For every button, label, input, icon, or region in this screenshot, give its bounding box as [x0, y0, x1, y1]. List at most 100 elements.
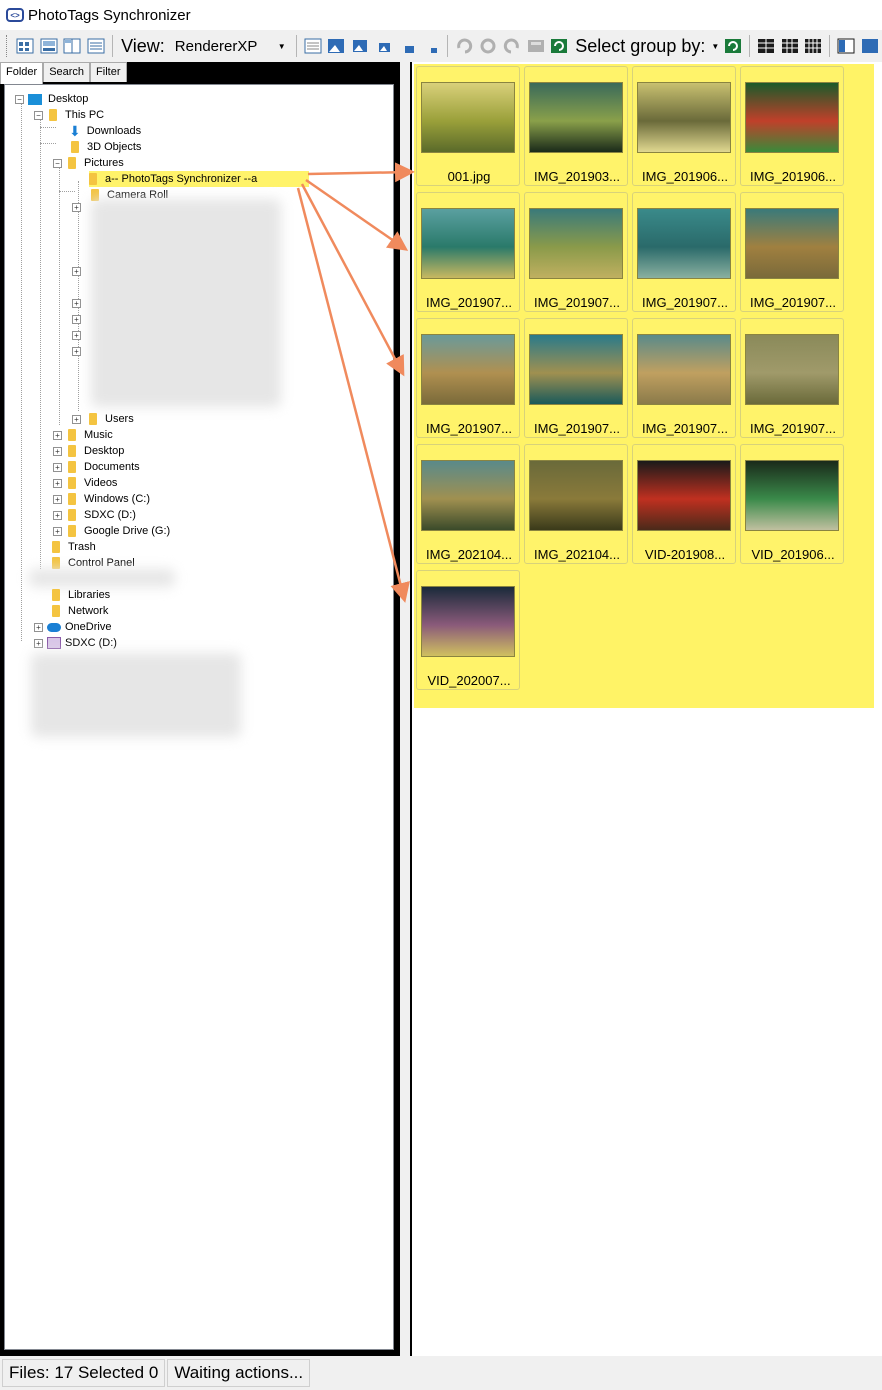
tree-node-network[interactable]: Network [52, 603, 108, 619]
grid-4col-icon[interactable] [803, 35, 825, 57]
panel-left-icon[interactable] [835, 35, 857, 57]
thumbnail-item[interactable]: VID_201906... [740, 444, 844, 564]
tab-filter[interactable]: Filter [90, 62, 127, 82]
grid-2col-icon[interactable] [755, 35, 777, 57]
chevron-down-icon[interactable]: ▼ [711, 42, 719, 51]
expand-icon[interactable]: + [53, 494, 62, 504]
expand-icon[interactable]: + [72, 203, 81, 212]
tree-node-sdxc-d[interactable]: + SDXC (D:) [53, 507, 136, 523]
tree-label: Google Drive (G:) [84, 525, 171, 537]
tree-label: SDXC (D:) [84, 509, 136, 521]
tree-node-3d-objects[interactable]: 3D Objects [71, 139, 141, 155]
image-list-panel[interactable]: 001.jpg IMG_201903... IMG_201906... IMG_201… [410, 62, 882, 1356]
layout-list-icon[interactable] [85, 35, 107, 57]
thumbnail-xl-icon[interactable] [325, 35, 347, 57]
thumbnail-item[interactable]: IMG_202104... [416, 444, 520, 564]
thumbnail-image [745, 460, 839, 531]
rotate-180-icon[interactable] [477, 35, 499, 57]
tree-label: Music [84, 429, 113, 441]
tree-node-videos[interactable]: + Videos [53, 475, 117, 491]
expand-icon[interactable]: + [72, 414, 81, 424]
thumbnail-small-icon[interactable] [397, 35, 419, 57]
expand-icon[interactable]: + [72, 299, 81, 308]
thumbnail-item[interactable]: IMG_201906... [740, 66, 844, 186]
panel-right-icon[interactable] [859, 35, 881, 57]
expand-icon[interactable]: + [53, 430, 62, 440]
thumbnail-item[interactable]: IMG_201907... [632, 192, 736, 312]
folder-icon [68, 477, 76, 489]
layout-columns-icon[interactable] [62, 35, 84, 57]
thumbnail-item[interactable]: IMG_201907... [740, 192, 844, 312]
tree-node-libraries[interactable]: Libraries [52, 587, 110, 603]
rotate-left-icon[interactable] [453, 35, 475, 57]
thumbnail-large-icon[interactable] [349, 35, 371, 57]
grid-3col-icon[interactable] [779, 35, 801, 57]
tree-node-this-pc[interactable]: − This PC [34, 107, 104, 123]
thumbnail-item[interactable]: IMG_201907... [740, 318, 844, 438]
thumbnail-item[interactable]: IMG_201907... [416, 192, 520, 312]
folder-icon [68, 525, 76, 537]
expand-icon[interactable]: + [53, 446, 62, 456]
expand-icon[interactable]: + [72, 347, 81, 356]
thumbnail-item[interactable]: VID-201908... [632, 444, 736, 564]
expand-icon[interactable]: + [53, 478, 62, 488]
expand-icon[interactable]: + [72, 315, 81, 324]
collapse-icon[interactable]: − [15, 94, 24, 104]
expand-icon[interactable]: + [72, 267, 81, 276]
thumbnail-item[interactable]: IMG_201907... [524, 192, 628, 312]
collapse-icon[interactable]: − [53, 158, 62, 168]
expand-icon[interactable]: + [34, 638, 43, 648]
thumbnail-item[interactable]: IMG_201907... [416, 318, 520, 438]
refresh-group-icon[interactable] [548, 35, 570, 57]
tree-node-onedrive[interactable]: + OneDrive [34, 619, 111, 635]
expand-icon[interactable]: + [53, 526, 62, 536]
window-title: PhotoTags Synchronizer [28, 6, 191, 24]
thumbnail-caption: IMG_201907... [426, 421, 512, 436]
folder-icon [68, 429, 76, 441]
layout-grid-icon[interactable] [14, 35, 36, 57]
thumbnail-item[interactable]: IMG_201906... [632, 66, 736, 186]
thumbnail-item[interactable]: IMG_202104... [524, 444, 628, 564]
thumbnail-medium-icon[interactable] [373, 35, 395, 57]
expand-icon[interactable]: + [34, 622, 43, 632]
blurred-region [31, 653, 241, 737]
thumbnail-item[interactable]: IMG_201907... [524, 318, 628, 438]
expand-icon[interactable]: + [53, 462, 62, 472]
app-icon: <> [6, 8, 24, 22]
apply-group-icon[interactable] [722, 35, 744, 57]
toolbar-grip[interactable] [6, 35, 9, 57]
folder-icon [68, 157, 76, 169]
layout-preview-icon[interactable] [38, 35, 60, 57]
desktop-icon [28, 93, 42, 105]
details-view-icon[interactable] [302, 35, 324, 57]
tab-folder[interactable]: Folder [0, 62, 44, 84]
tree-node-windows-c[interactable]: + Windows (C:) [53, 491, 150, 507]
tab-search[interactable]: Search [43, 62, 91, 82]
tree-node-documents[interactable]: + Documents [53, 459, 140, 475]
rotate-right-icon[interactable] [501, 35, 523, 57]
thumbnail-item[interactable]: IMG_201907... [632, 318, 736, 438]
tree-node-pictures[interactable]: − Pictures [53, 155, 124, 171]
tree-node-trash[interactable]: Trash [52, 539, 96, 555]
thumbnail-caption: VID-201908... [644, 547, 726, 562]
tree-label: Desktop [84, 445, 125, 457]
save-icon[interactable] [525, 35, 547, 57]
tree-node-desktop[interactable]: − Desktop [15, 91, 88, 107]
thumbnail-item[interactable]: 001.jpg [416, 66, 520, 186]
expand-icon[interactable]: + [53, 510, 62, 520]
tree-node-music[interactable]: + Music [53, 427, 113, 443]
tree-node-desktop-folder[interactable]: + Desktop [53, 443, 124, 459]
tree-node-downloads[interactable]: ⬇ Downloads [69, 123, 141, 139]
tree-node-google-drive[interactable]: + Google Drive (G:) [53, 523, 170, 539]
thumbnail-item[interactable]: VID_202007... [416, 570, 520, 690]
tree-node-selected-folder[interactable]: a-- PhotoTags Synchronizer --a [89, 171, 309, 187]
thumbnail-tiny-icon[interactable] [421, 35, 443, 57]
expand-icon[interactable]: + [72, 331, 81, 340]
thumbnail-item[interactable]: IMG_201903... [524, 66, 628, 186]
renderer-dropdown[interactable]: RendererXP ▼ [168, 34, 292, 58]
tree-node-users[interactable]: + Users [72, 411, 134, 427]
folder-tree[interactable]: − Desktop − This PC ⬇ Downloads 3D Objec… [4, 84, 394, 1350]
thumbnail-caption: IMG_201907... [642, 421, 728, 436]
collapse-icon[interactable]: − [34, 110, 43, 120]
tree-node-sdxc-d-drive[interactable]: + SDXC (D:) [34, 635, 117, 651]
